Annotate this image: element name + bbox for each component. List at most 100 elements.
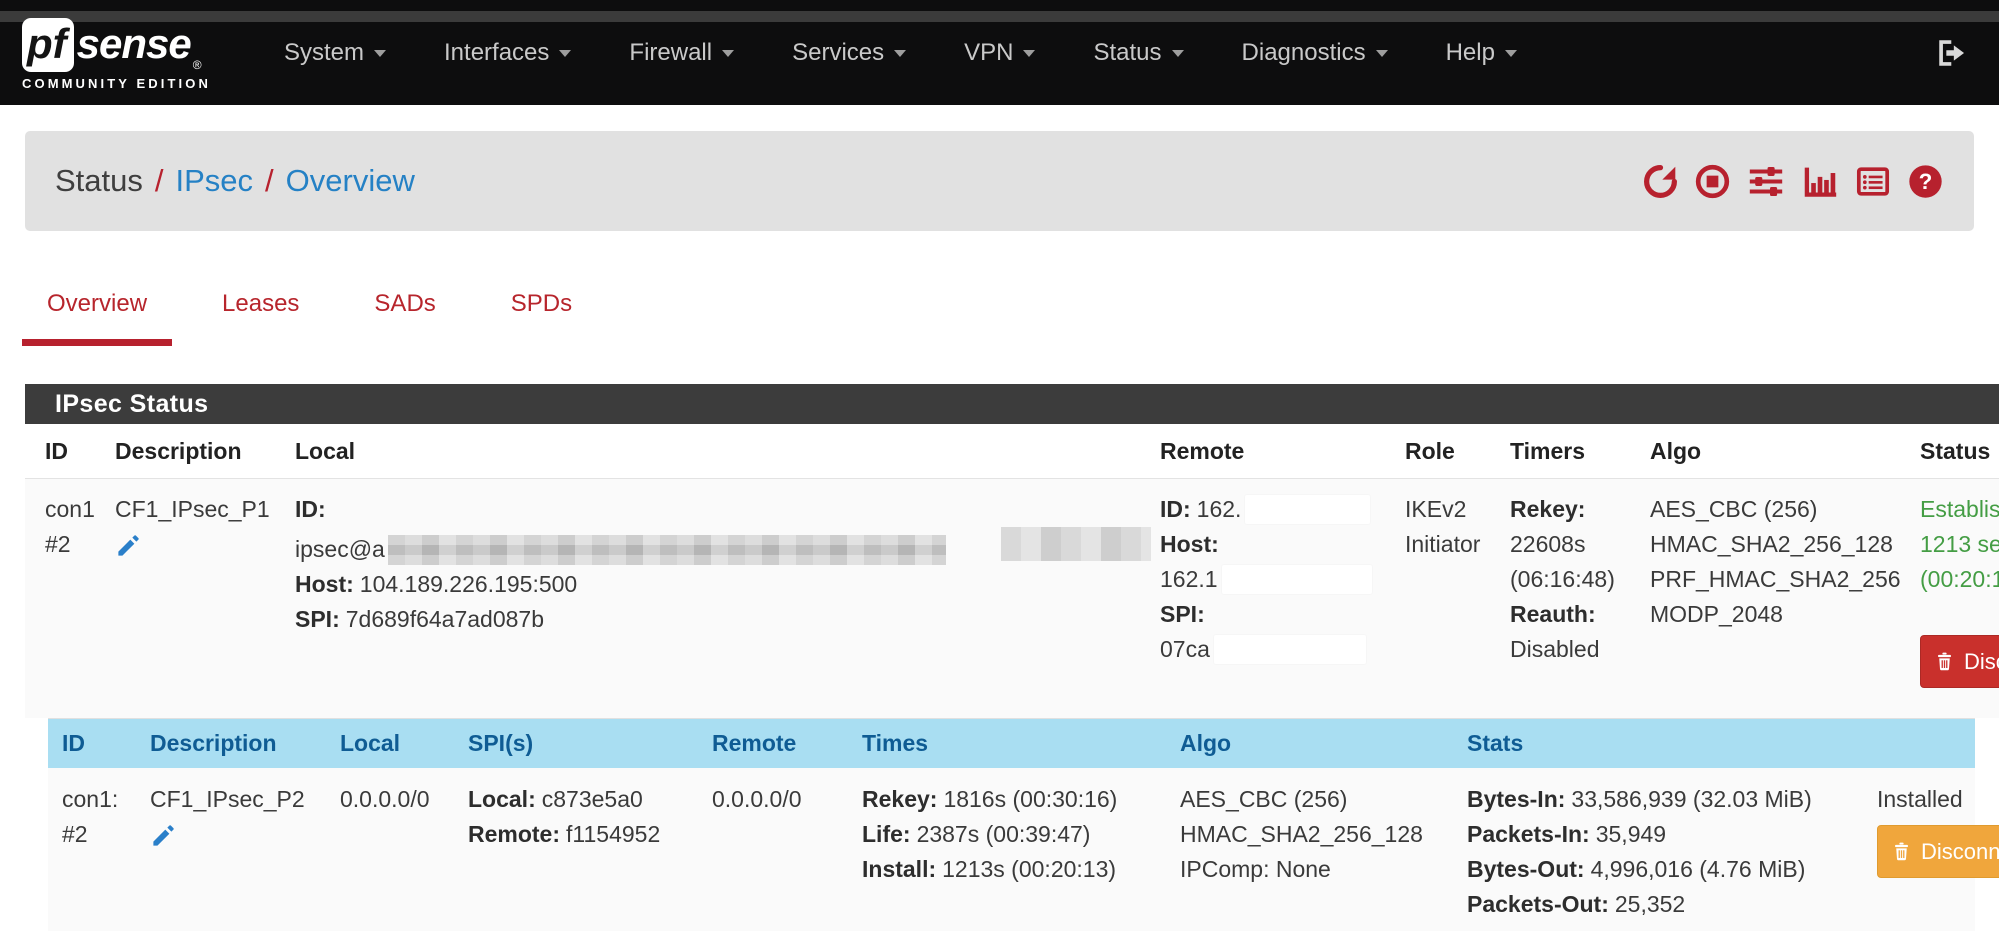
times-install-label: Install: (862, 856, 936, 882)
tab-leases[interactable]: Leases (197, 276, 324, 346)
child-cell-remote: 0.0.0.0/0 (698, 768, 848, 931)
breadcrumb-link-overview[interactable]: Overview (286, 163, 415, 198)
logout-button[interactable] (1935, 36, 1969, 70)
spi-local-value: c873e5a0 (542, 786, 643, 812)
child-col-header-local: Local (326, 719, 454, 769)
algo-encryption: AES_CBC (256) (1650, 492, 1900, 527)
times-life-label: Life: (862, 821, 911, 847)
role-protocol: IKEv2 (1405, 492, 1490, 527)
log-button[interactable] (1854, 163, 1892, 200)
cell-algo: AES_CBC (256) HMAC_SHA2_256_128 PRF_HMAC… (1630, 479, 1900, 719)
child-remote-network: 0.0.0.0/0 (712, 782, 848, 817)
role-value: Initiator (1405, 527, 1490, 562)
nav-item-interfaces[interactable]: Interfaces (415, 39, 600, 67)
refresh-button[interactable] (1642, 163, 1679, 200)
sign-out-icon (1935, 36, 1969, 70)
list-icon (1854, 163, 1892, 200)
status-age-seconds: 1213 seconds (1920, 527, 1999, 562)
nav-item-label: Diagnostics (1242, 39, 1366, 66)
nav-item-system[interactable]: System (255, 39, 415, 67)
tab-sads[interactable]: SADs (349, 276, 460, 346)
child-algo-ipcomp: IPComp: None (1180, 852, 1453, 887)
bytes-in-value: 33,586,939 (32.03 MiB) (1571, 786, 1811, 812)
help-button[interactable]: ? (1907, 163, 1944, 200)
spi-remote-label: Remote: (468, 821, 560, 847)
ipsec-tabs: Overview Leases SADs SPDs (22, 276, 1999, 346)
edit-button[interactable] (150, 822, 177, 849)
cell-local: ID: ipsec@a Host:104.189.226.195:500 SPI… (275, 479, 1140, 719)
child-algo-hash: HMAC_SHA2_256_128 (1180, 817, 1453, 852)
child-status-state: Installed (1877, 782, 1975, 817)
main-menu: System Interfaces Firewall Services VPN … (255, 39, 1546, 67)
child-disconnect-button[interactable]: Disconnect (1877, 825, 1999, 878)
col-header-description: Description (95, 424, 275, 479)
cell-status: Established 1213 seconds (00:20:13) (1900, 479, 1999, 719)
ipsec-status-table: ID Description Local Remote Role Timers … (25, 424, 1999, 718)
remote-id-label: ID: (1160, 496, 1191, 522)
rekey-label: Rekey: (1510, 496, 1585, 522)
svg-text:?: ? (1919, 169, 1933, 194)
child-table-row: con1: #2 CF1_IPsec_P2 0.0.0.0/0 Local:c8… (48, 768, 1975, 931)
bytes-out-label: Bytes-Out: (1467, 856, 1585, 882)
logo-sense-mark: sense (77, 23, 191, 65)
question-circle-icon: ? (1907, 163, 1944, 200)
nav-item-help[interactable]: Help (1417, 39, 1546, 67)
algo-dhgroup: MODP_2048 (1650, 597, 1900, 632)
status-state: Established (1920, 492, 1999, 527)
child-description-text: CF1_IPsec_P2 (150, 782, 326, 817)
child-table-header-row: ID Description Local SPI(s) Remote Times… (48, 719, 1975, 769)
connection-number: #2 (45, 527, 95, 562)
nav-item-firewall[interactable]: Firewall (600, 39, 763, 67)
local-id-label: ID: (295, 496, 326, 522)
logo-pf-mark: pf (22, 18, 74, 72)
child-col-header-stats: Stats (1453, 719, 1863, 769)
child-local-network: 0.0.0.0/0 (340, 782, 454, 817)
local-spi-value: 7d689f64a7ad087b (346, 606, 544, 632)
remote-spi-label: SPI: (1160, 601, 1205, 627)
stop-button[interactable] (1694, 163, 1731, 200)
col-header-algo: Algo (1630, 424, 1900, 479)
child-cell-spis: Local:c873e5a0 Remote:f1154952 (454, 768, 698, 931)
breadcrumb-separator: / (253, 163, 286, 198)
tab-spds[interactable]: SPDs (486, 276, 597, 346)
settings-button[interactable] (1746, 163, 1786, 200)
bar-chart-icon (1801, 163, 1839, 200)
remote-host-label: Host: (1160, 531, 1219, 557)
redaction-blur (388, 535, 946, 565)
child-col-header-spis: SPI(s) (454, 719, 698, 769)
trash-icon (1891, 841, 1912, 862)
connection-id: con1 (45, 492, 95, 527)
nav-item-vpn[interactable]: VPN (935, 39, 1064, 67)
nav-item-diagnostics[interactable]: Diagnostics (1213, 39, 1417, 67)
child-cell-description: CF1_IPsec_P2 (136, 768, 326, 931)
redaction-box (1222, 565, 1372, 594)
breadcrumb-separator: / (143, 163, 176, 198)
tab-overview[interactable]: Overview (22, 276, 172, 346)
remote-id-value: 162. (1197, 496, 1242, 522)
cell-timers: Rekey: 22608s (06:16:48) Reauth: Disable… (1490, 479, 1630, 719)
edit-button[interactable] (115, 532, 142, 559)
top-navbar: pf sense ® COMMUNITY EDITION System Inte… (0, 0, 1999, 105)
chevron-down-icon (722, 50, 734, 57)
nav-item-label: Help (1446, 39, 1495, 66)
local-id-value: ipsec@a (295, 536, 385, 562)
remote-spi-value: 07ca (1160, 636, 1210, 662)
cell-remote: ID:162. Host: 162.1 SPI: 07ca (1140, 479, 1385, 719)
child-cell-algo: AES_CBC (256) HMAC_SHA2_256_128 IPComp: … (1166, 768, 1453, 931)
pfsense-logo[interactable]: pf sense ® COMMUNITY EDITION (22, 18, 227, 91)
nav-item-services[interactable]: Services (763, 39, 935, 67)
redaction-box (1214, 635, 1366, 664)
table-header-row: ID Description Local Remote Role Timers … (25, 424, 1999, 479)
child-cell-id: con1: #2 (48, 768, 136, 931)
breadcrumb-link-ipsec[interactable]: IPsec (176, 163, 254, 198)
bytes-out-value: 4,996,016 (4.76 MiB) (1591, 856, 1806, 882)
times-rekey-value: 1816s (00:30:16) (943, 786, 1117, 812)
child-col-header-algo: Algo (1166, 719, 1453, 769)
graph-button[interactable] (1801, 163, 1839, 200)
chevron-down-icon (374, 50, 386, 57)
breadcrumb-section: Status (55, 163, 143, 198)
disconnect-button[interactable]: Disconnect (1920, 635, 1999, 688)
packets-out-label: Packets-Out: (1467, 891, 1609, 917)
disconnect-label: Disconnect (1964, 644, 1999, 679)
nav-item-status[interactable]: Status (1064, 39, 1212, 67)
